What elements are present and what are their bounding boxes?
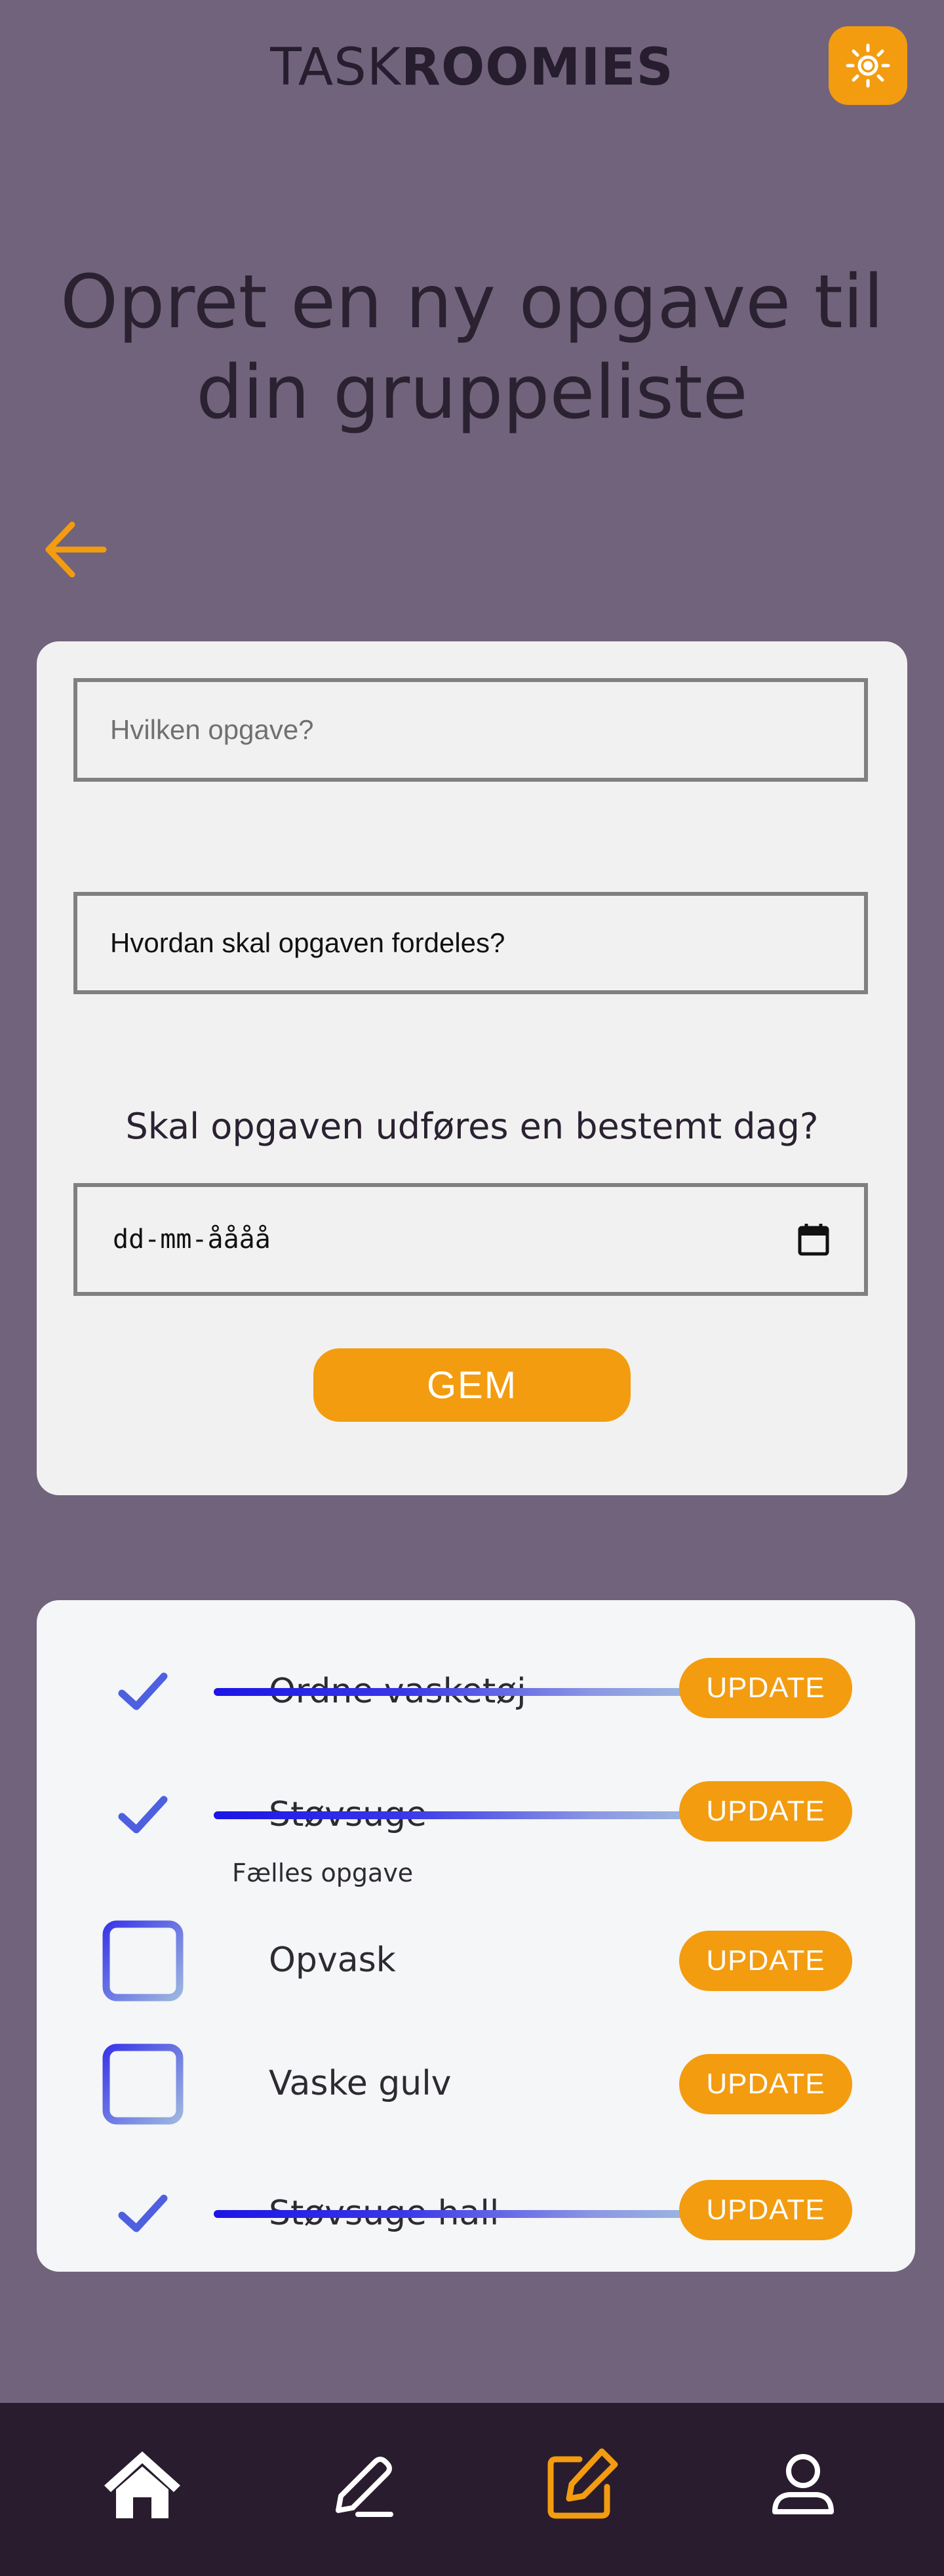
update-button[interactable]: UPDATE bbox=[679, 2054, 852, 2114]
distribution-select[interactable]: Hvordan skal opgaven fordeles? bbox=[73, 892, 868, 994]
edit-square-icon bbox=[547, 2448, 618, 2519]
nav-write[interactable] bbox=[319, 2442, 404, 2527]
arrow-left-icon bbox=[45, 521, 107, 578]
nav-profile[interactable] bbox=[760, 2442, 846, 2527]
nav-create-task[interactable] bbox=[539, 2442, 624, 2527]
distribution-value: Hvordan skal opgaven fordeles? bbox=[110, 927, 505, 958]
strikethrough-line bbox=[214, 2210, 690, 2218]
task-name-placeholder: Hvilken opgave? bbox=[110, 714, 314, 745]
logo-light-text: TASK bbox=[270, 38, 401, 97]
back-button[interactable] bbox=[41, 512, 113, 584]
logo: TASKROOMIES bbox=[0, 38, 944, 97]
task-row: Ordne vasketøj UPDATE bbox=[37, 1655, 915, 1727]
page-title: Opret en ny opgave til din gruppeliste bbox=[60, 260, 884, 435]
strikethrough-line bbox=[214, 1811, 690, 1819]
checkmark-icon[interactable] bbox=[117, 2188, 169, 2240]
update-button[interactable]: UPDATE bbox=[679, 1781, 852, 1841]
date-input[interactable]: dd-mm-åååå bbox=[73, 1183, 868, 1296]
save-button[interactable]: GEM bbox=[313, 1348, 631, 1422]
sun-icon bbox=[846, 43, 890, 88]
task-row: Støvsuge UPDATE bbox=[37, 1779, 915, 1851]
task-list: Ordne vasketøj UPDATE Støvsuge UPDATE Op… bbox=[37, 1600, 915, 2272]
task-label: Vaske gulv bbox=[269, 2064, 452, 2103]
group-task-note: Fælles opgave bbox=[232, 1859, 414, 1887]
task-row: Opvask UPDATE bbox=[37, 1920, 915, 2002]
home-icon bbox=[104, 2451, 180, 2518]
date-placeholder: dd-mm-åååå bbox=[113, 1224, 271, 1255]
new-task-form: Hvilken opgave? Hvordan skal opgaven for… bbox=[37, 641, 907, 1495]
task-row: Støvsuge hall UPDATE bbox=[37, 2177, 915, 2249]
logo-bold-text: ROOMIES bbox=[401, 38, 674, 97]
update-button[interactable]: UPDATE bbox=[679, 1658, 852, 1718]
app-header: TASKROOMIES bbox=[0, 0, 944, 131]
strikethrough-line bbox=[214, 1688, 690, 1696]
theme-toggle-button[interactable] bbox=[829, 26, 907, 105]
task-label: Opvask bbox=[269, 1941, 396, 1980]
checkmark-icon[interactable] bbox=[117, 1789, 169, 1841]
pencil-icon bbox=[336, 2457, 393, 2517]
checkbox-icon[interactable] bbox=[102, 2043, 184, 2125]
task-name-input[interactable]: Hvilken opgave? bbox=[73, 678, 868, 782]
task-row: Vaske gulv UPDATE bbox=[37, 2043, 915, 2125]
update-button[interactable]: UPDATE bbox=[679, 1931, 852, 1991]
date-question-label: Skal opgaven udføres en bestemt dag? bbox=[125, 1106, 819, 1147]
bottom-nav bbox=[0, 2403, 944, 2576]
nav-home[interactable] bbox=[100, 2442, 185, 2527]
update-button[interactable]: UPDATE bbox=[679, 2180, 852, 2240]
user-icon bbox=[772, 2454, 834, 2514]
checkmark-icon[interactable] bbox=[117, 1666, 169, 1718]
calendar-icon[interactable] bbox=[796, 1222, 831, 1257]
checkbox-icon[interactable] bbox=[102, 1920, 184, 2002]
